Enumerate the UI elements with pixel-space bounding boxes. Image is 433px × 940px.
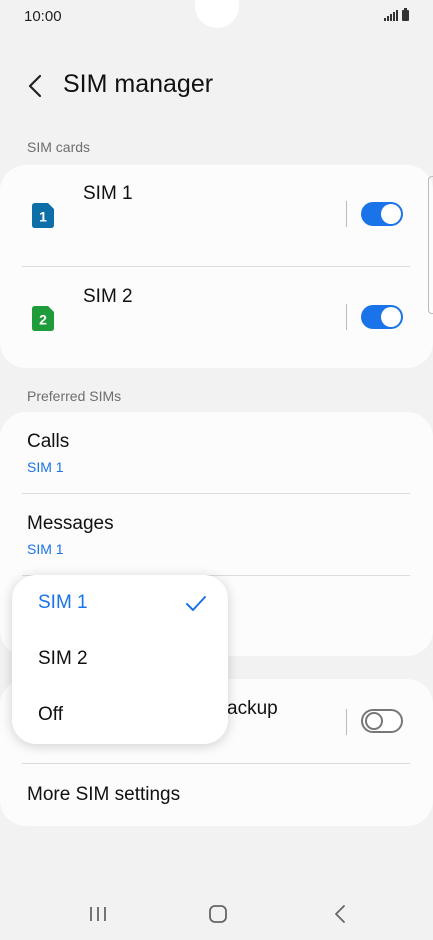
dropdown-option-label: SIM 1 bbox=[38, 592, 88, 613]
toggle-knob bbox=[381, 204, 401, 224]
header: SIM manager bbox=[0, 60, 433, 112]
checkmark-icon bbox=[186, 596, 206, 611]
sim-row-2[interactable]: 2 SIM 2 bbox=[0, 268, 433, 368]
backup-title-fragment: ackup bbox=[227, 698, 278, 719]
sim-card-1-icon: 1 bbox=[32, 203, 54, 228]
sim-cards-card: 1 SIM 1 2 SIM 2 bbox=[0, 165, 433, 368]
back-button[interactable] bbox=[22, 72, 50, 100]
sim-card-1-badge: 1 bbox=[39, 209, 47, 225]
navigation-bar bbox=[0, 880, 433, 940]
status-time: 10:00 bbox=[24, 8, 62, 25]
more-sim-settings-row[interactable]: More SIM settings bbox=[0, 764, 433, 826]
sim-card-2-badge: 2 bbox=[39, 312, 47, 328]
toggle-knob bbox=[381, 307, 401, 327]
home-icon bbox=[209, 905, 227, 923]
messages-value: SIM 1 bbox=[27, 541, 64, 557]
battery-icon bbox=[402, 8, 409, 21]
backup-toggle[interactable] bbox=[361, 709, 403, 733]
back-arrow-icon bbox=[28, 74, 42, 98]
calls-title: Calls bbox=[27, 431, 70, 452]
sim-2-toggle[interactable] bbox=[361, 305, 403, 329]
sim-row-1[interactable]: 1 SIM 1 bbox=[0, 165, 433, 265]
dropdown-option-off[interactable]: Off bbox=[12, 688, 228, 744]
dropdown-option-sim-1[interactable]: SIM 1 bbox=[12, 576, 228, 632]
signal-icon bbox=[384, 10, 398, 21]
dropdown-option-label: SIM 2 bbox=[38, 648, 88, 669]
page-title: SIM manager bbox=[63, 70, 214, 98]
home-button[interactable] bbox=[206, 902, 230, 926]
preferred-calls-row[interactable]: Calls SIM 1 bbox=[0, 412, 433, 492]
more-sim-settings-label: More SIM settings bbox=[27, 784, 181, 805]
divider bbox=[22, 266, 410, 267]
dropdown-option-sim-2[interactable]: SIM 2 bbox=[12, 632, 228, 688]
dropdown-option-label: Off bbox=[38, 704, 63, 725]
camera-notch bbox=[195, 0, 239, 28]
back-nav-button[interactable] bbox=[328, 902, 352, 926]
back-nav-icon bbox=[335, 905, 345, 923]
sim-1-name: SIM 1 bbox=[83, 183, 133, 204]
sim-2-name: SIM 2 bbox=[83, 286, 133, 307]
status-bar: 10:00 bbox=[0, 0, 433, 34]
status-icons bbox=[384, 8, 409, 21]
section-label-sim-cards: SIM cards bbox=[27, 139, 91, 155]
toggle-knob bbox=[365, 712, 383, 730]
divider bbox=[346, 201, 347, 227]
sim-select-dropdown: SIM 1 SIM 2 Off bbox=[12, 575, 228, 744]
messages-title: Messages bbox=[27, 513, 114, 534]
divider bbox=[346, 709, 347, 735]
scroll-indicator[interactable] bbox=[428, 176, 433, 314]
recent-apps-button[interactable] bbox=[86, 902, 110, 926]
section-label-preferred-sims: Preferred SIMs bbox=[27, 388, 122, 404]
preferred-messages-row[interactable]: Messages SIM 1 bbox=[0, 494, 433, 574]
sim-1-toggle[interactable] bbox=[361, 202, 403, 226]
divider bbox=[346, 304, 347, 330]
calls-value: SIM 1 bbox=[27, 459, 64, 475]
sim-card-2-icon: 2 bbox=[32, 306, 54, 331]
recent-apps-icon bbox=[90, 907, 106, 921]
